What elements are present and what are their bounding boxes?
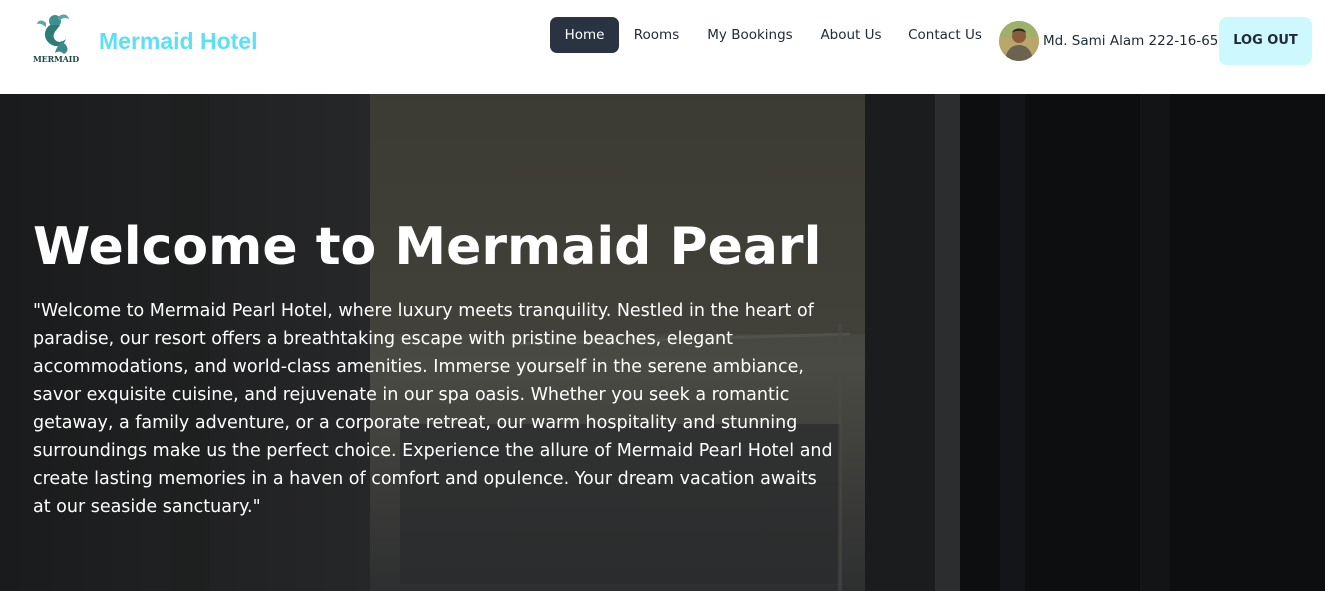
brand-name[interactable]: Mermaid Hotel <box>99 28 257 55</box>
logo-wordmark: MERMAID <box>33 54 79 64</box>
logout-button[interactable]: LOG OUT <box>1219 17 1312 65</box>
hero-banner: Welcome to Mermaid Pearl Hotel "Welcome … <box>0 94 1325 591</box>
user-name: Md. Sami Alam 222-16-656 <box>1043 33 1227 49</box>
hero-title: Welcome to Mermaid Pearl Hotel <box>33 217 833 277</box>
nav-contact-us[interactable]: Contact Us <box>905 17 985 53</box>
nav-about-us[interactable]: About Us <box>816 17 886 53</box>
mermaid-logo-icon[interactable]: MERMAID <box>28 11 82 67</box>
avatar-image <box>999 21 1039 61</box>
user-avatar[interactable] <box>999 21 1039 61</box>
nav-my-bookings[interactable]: My Bookings <box>704 17 796 53</box>
nav-rooms[interactable]: Rooms <box>628 17 685 53</box>
navbar: MERMAID Mermaid Hotel Home Rooms My Book… <box>0 0 1325 94</box>
hero-description: "Welcome to Mermaid Pearl Hotel, where l… <box>33 301 833 517</box>
mermaid-logo-graphic <box>37 14 69 54</box>
nav-home[interactable]: Home <box>550 17 619 53</box>
